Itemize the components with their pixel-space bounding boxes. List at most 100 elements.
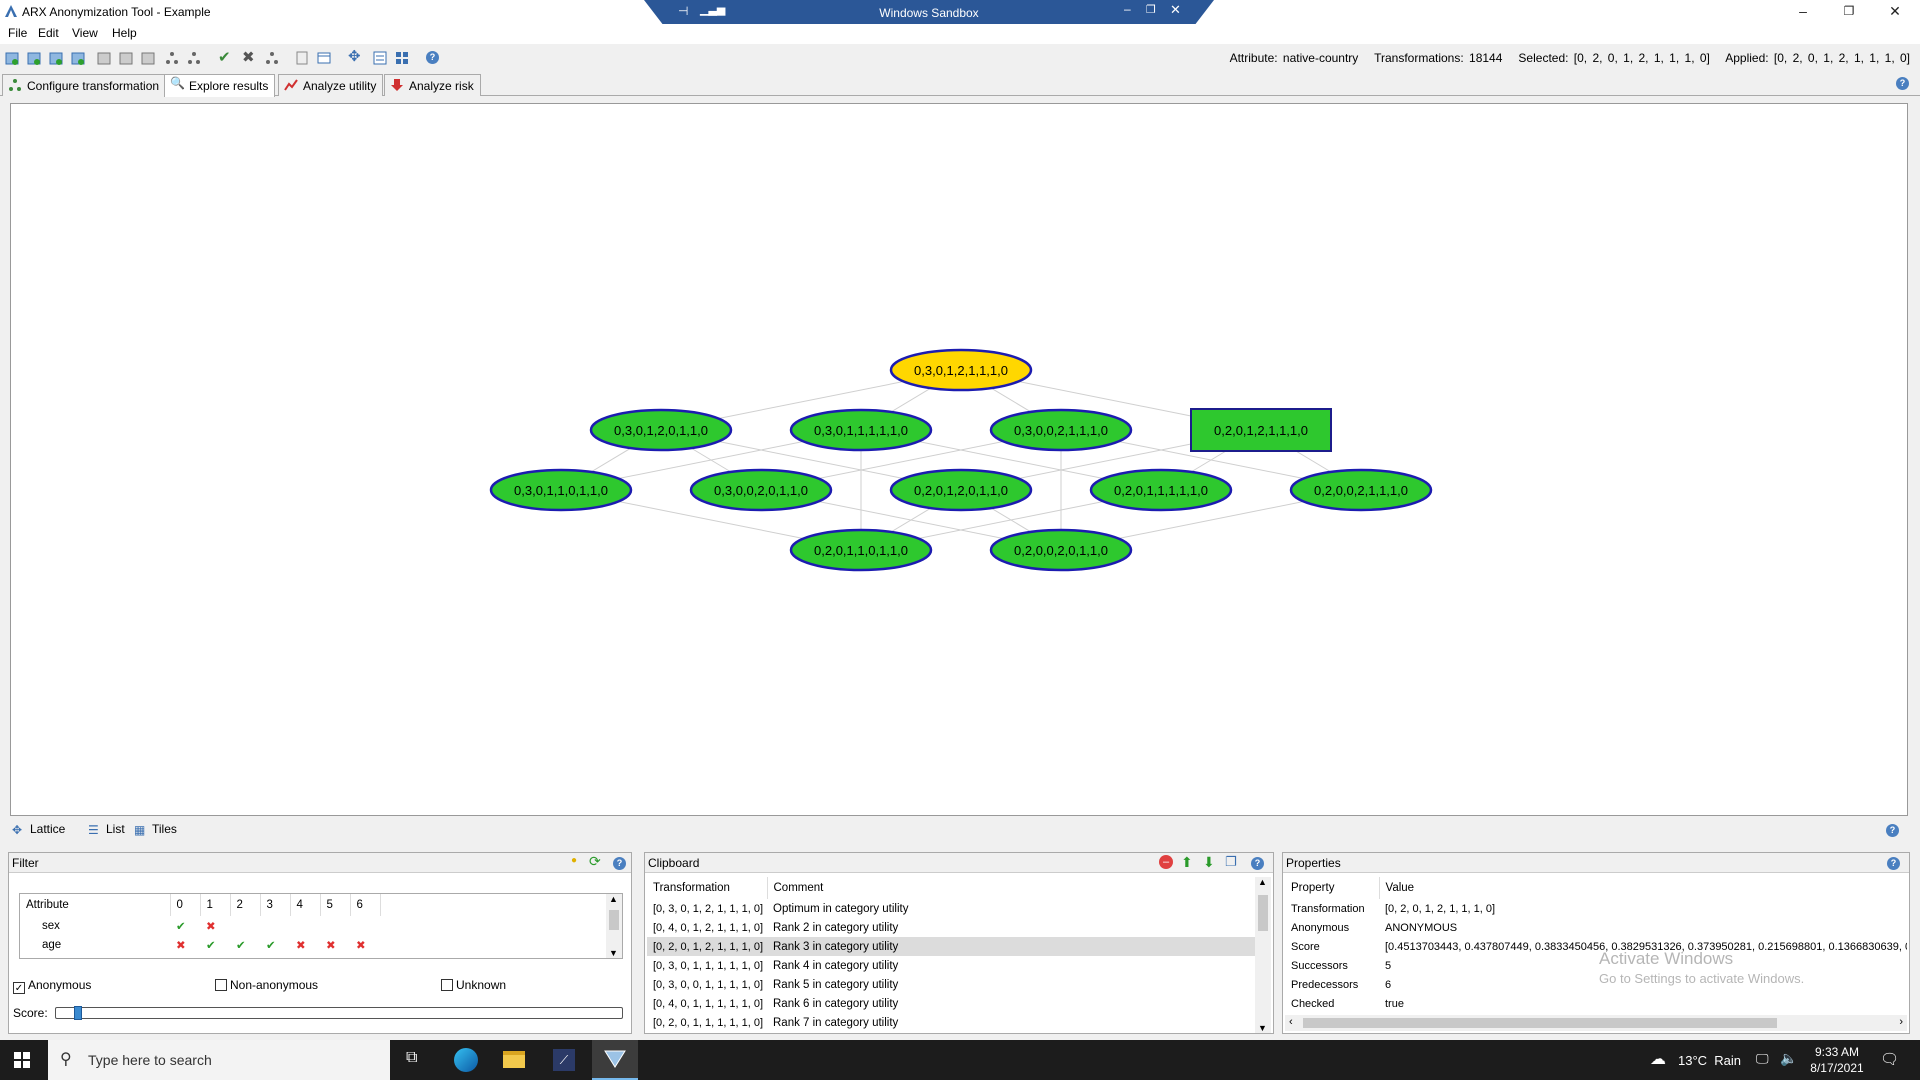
lattice-node[interactable]: 0,2,0,1,1,0,1,1,0 xyxy=(789,528,933,572)
new-project-icon[interactable] xyxy=(4,50,20,66)
lattice-node[interactable]: 0,3,0,0,2,0,1,1,0 xyxy=(689,468,833,512)
notifications-icon[interactable]: 🗨 xyxy=(1880,1050,1899,1068)
sandbox-minimize-icon[interactable]: – xyxy=(1124,2,1131,16)
properties-row[interactable]: Anonymous ANONYMOUS xyxy=(1285,918,1907,937)
properties-row[interactable]: Predecessors 6 xyxy=(1285,975,1907,994)
minimize-button[interactable]: – xyxy=(1780,0,1826,24)
lattice-node[interactable]: 0,2,0,1,1,1,1,1,0 xyxy=(1089,468,1233,512)
clipboard-row[interactable]: [0, 2, 0, 1, 1, 1, 1, 1, 0] Rank 7 in cat… xyxy=(647,1013,1255,1032)
clipboard-scrollbar[interactable]: ▲ ▼ xyxy=(1255,877,1271,1033)
close-button[interactable]: ✕ xyxy=(1872,0,1918,24)
filter-empty-cell[interactable] xyxy=(290,916,320,935)
score-slider-thumb[interactable] xyxy=(74,1006,82,1020)
checkbox-anonymous[interactable]: ✓ Anonymous xyxy=(13,978,91,994)
cross-icon[interactable]: ✖ xyxy=(170,935,200,954)
tab-configure-transformation[interactable]: Configure transformation xyxy=(2,74,167,96)
menu-file[interactable]: File xyxy=(8,26,27,40)
open-project-icon[interactable] xyxy=(26,50,42,66)
score-slider[interactable] xyxy=(55,1006,623,1020)
clipboard-row[interactable]: [0, 3, 0, 1, 2, 1, 1, 1, 0] Optimum in ca… xyxy=(647,899,1255,918)
properties-h-scrollbar[interactable]: ‹ › xyxy=(1285,1015,1907,1031)
lattice-node[interactable]: 0,3,0,1,2,0,1,1,0 xyxy=(589,408,733,452)
arx-taskbar-button[interactable] xyxy=(592,1040,638,1080)
cross-icon[interactable]: ✖ xyxy=(320,935,350,954)
maximize-button[interactable]: ❐ xyxy=(1826,0,1872,24)
filter-empty-cell[interactable] xyxy=(320,916,350,935)
filter-empty-cell[interactable] xyxy=(260,916,290,935)
checkbox-unknown[interactable]: Unknown xyxy=(441,978,506,992)
check-icon[interactable]: ✔ xyxy=(170,916,200,935)
menu-view[interactable]: View xyxy=(72,26,98,40)
menu-help[interactable]: Help xyxy=(112,26,137,40)
checkbox-non-anonymous[interactable]: Non-anonymous xyxy=(215,978,318,992)
scroll-down-icon[interactable]: ▼ xyxy=(609,948,618,958)
lattice-view[interactable]: 0,3,0,1,2,1,1,1,0 0,3,0,1,2,0,1,1,0 0,3,0,… xyxy=(10,103,1908,816)
checkbox-box[interactable]: ✓ xyxy=(13,982,25,994)
scroll-thumb[interactable] xyxy=(1303,1018,1777,1028)
scroll-thumb[interactable] xyxy=(1258,895,1268,931)
tab-lattice[interactable]: ✥ Lattice xyxy=(12,822,65,837)
import-hierarchy-icon[interactable] xyxy=(140,50,156,66)
filter-row[interactable]: age ✖ ✔ ✔ ✔ ✖ ✖ ✖ xyxy=(20,935,380,954)
clipboard-properties-icon[interactable]: ❐ xyxy=(1225,854,1237,870)
properties-help-icon[interactable]: ? xyxy=(1887,857,1900,870)
lattice-node[interactable]: 0,2,0,1,2,0,1,1,0 xyxy=(889,468,1033,512)
volume-icon[interactable]: 🔈 xyxy=(1780,1050,1797,1067)
terminal-app-icon[interactable]: ⟋ xyxy=(553,1049,575,1071)
filter-dot-icon[interactable]: ● xyxy=(571,855,577,866)
scroll-up-icon[interactable]: ▲ xyxy=(1258,877,1267,887)
lattice-node[interactable]: 0,3,0,0,2,1,1,1,0 xyxy=(989,408,1133,452)
refresh-icon[interactable]: ⟳ xyxy=(589,853,601,870)
cross-icon[interactable]: ✖ xyxy=(200,916,230,935)
clipboard-row[interactable]: [0, 4, 0, 1, 1, 1, 1, 1, 0] Rank 6 in cat… xyxy=(647,994,1255,1013)
save-as-icon[interactable] xyxy=(70,50,86,66)
network-icon[interactable]: 🖵 xyxy=(1756,1051,1769,1067)
filter-empty-cell[interactable] xyxy=(350,916,380,935)
sandbox-close-icon[interactable]: ✕ xyxy=(1170,2,1181,18)
lattice-node[interactable]: 0,2,0,0,2,1,1,1,0 xyxy=(1289,468,1433,512)
clipboard-help-icon[interactable]: ? xyxy=(1251,857,1264,870)
properties-row[interactable]: Transformation [0, 2, 0, 1, 2, 1, 1, 1, 0… xyxy=(1285,899,1907,918)
properties-row[interactable]: Checked true xyxy=(1285,994,1907,1011)
filter-empty-cell[interactable] xyxy=(230,916,260,935)
cross-icon[interactable]: ✖ xyxy=(290,935,320,954)
tab-analyze-utility[interactable]: Analyze utility xyxy=(278,74,384,96)
filter-scrollbar[interactable]: ▲ ▼ xyxy=(606,894,622,958)
file-explorer-icon[interactable] xyxy=(503,1051,525,1068)
hierarchy-tree-icon[interactable] xyxy=(164,50,180,66)
sandbox-restore-icon[interactable]: ❐ xyxy=(1146,3,1156,16)
tab-tiles[interactable]: ▦ Tiles xyxy=(134,822,177,837)
move-up-icon[interactable]: ⬆ xyxy=(1181,854,1193,871)
filter-help-icon[interactable]: ? xyxy=(613,857,626,870)
weather-text[interactable]: 13°C Rain xyxy=(1678,1053,1741,1068)
properties-row[interactable]: Successors 5 xyxy=(1285,956,1907,975)
lattice-node[interactable]: 0,3,0,1,1,0,1,1,0 xyxy=(489,468,633,512)
properties-row[interactable]: Score [0.4513703443, 0.437807449, 0.38334… xyxy=(1285,937,1907,956)
move-down-icon[interactable]: ⬇ xyxy=(1203,854,1215,871)
export-data-icon[interactable] xyxy=(118,50,134,66)
checkbox-box[interactable] xyxy=(441,979,453,991)
check-icon[interactable]: ✔ xyxy=(260,935,290,954)
filter-row[interactable]: sex ✔ ✖ xyxy=(20,916,380,935)
check-icon[interactable]: ✔ xyxy=(230,935,260,954)
hierarchy-wizard-icon[interactable] xyxy=(264,50,280,66)
view-help-icon[interactable]: ? xyxy=(1886,824,1899,837)
clipboard-row[interactable]: [0, 4, 0, 1, 2, 1, 1, 1, 0] Rank 2 in cat… xyxy=(647,918,1255,937)
tab-list[interactable]: ☰ List xyxy=(88,822,125,837)
clock[interactable]: 9:33 AM 8/17/2021 xyxy=(1806,1044,1868,1076)
lattice-node[interactable]: 0,2,0,0,2,0,1,1,0 xyxy=(989,528,1133,572)
scroll-left-icon[interactable]: ‹ xyxy=(1289,1016,1293,1028)
table-icon[interactable] xyxy=(316,50,332,66)
clipboard-row[interactable]: [0, 3, 0, 1, 1, 1, 1, 1, 0] Rank 4 in cat… xyxy=(647,956,1255,975)
checkbox-box[interactable] xyxy=(215,979,227,991)
edge-icon[interactable] xyxy=(454,1048,478,1072)
scroll-down-icon[interactable]: ▼ xyxy=(1258,1023,1267,1033)
menu-edit[interactable]: Edit xyxy=(38,26,59,40)
help-icon[interactable]: ? xyxy=(426,51,439,64)
clipboard-row[interactable]: [0, 3, 0, 0, 1, 1, 1, 1, 0] Rank 5 in cat… xyxy=(647,975,1255,994)
perspective-help-icon[interactable]: ? xyxy=(1896,77,1909,90)
remove-icon[interactable]: – xyxy=(1159,855,1173,869)
tiles-view-icon[interactable] xyxy=(394,50,410,66)
taskbar-search[interactable]: ⚲ Type here to search xyxy=(48,1040,390,1080)
cross-icon[interactable]: ✖ xyxy=(350,935,380,954)
